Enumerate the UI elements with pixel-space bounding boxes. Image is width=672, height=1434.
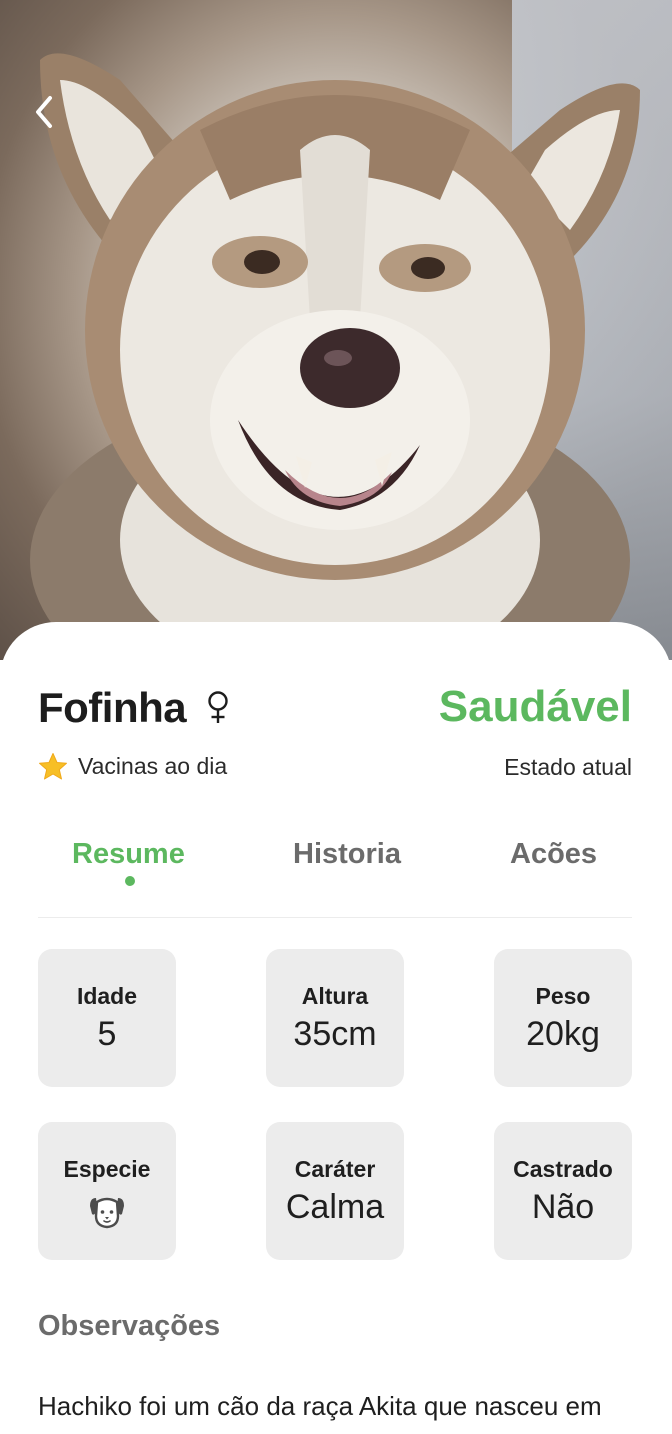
stat-label: Peso	[535, 983, 591, 1009]
stat-value: 35cm	[293, 1015, 377, 1053]
stat-card-altura: Altura 35cm	[266, 949, 404, 1087]
stat-label: Especie	[63, 1156, 151, 1182]
stat-card-castrado: Castrado Não	[494, 1122, 632, 1260]
stat-label: Castrado	[513, 1156, 613, 1182]
stat-value: Não	[531, 1188, 595, 1226]
dog-illustration	[30, 53, 640, 660]
tab-bar: Resume Historia Acões	[38, 838, 632, 918]
star-icon	[39, 753, 67, 780]
pet-photo	[0, 0, 672, 660]
stat-card-idade: Idade 5	[38, 949, 176, 1087]
stat-value: 5	[97, 1015, 117, 1053]
vaccine-status: Vacinas ao dia	[38, 752, 227, 781]
stat-card-especie: Especie	[38, 1122, 176, 1260]
stat-label: Idade	[76, 983, 138, 1009]
female-icon	[208, 691, 228, 723]
stat-label: Caráter	[294, 1156, 376, 1182]
stat-label: Altura	[301, 983, 369, 1009]
stat-card-peso: Peso 20kg	[494, 949, 632, 1087]
observations-title: Observações	[38, 1310, 221, 1342]
stat-value: Calma	[285, 1188, 385, 1226]
chevron-left-icon	[36, 96, 52, 128]
vaccine-label: Vacinas ao dia	[78, 753, 228, 779]
pet-name: Fofinha	[38, 684, 187, 731]
stat-card-carater: Caráter Calma	[266, 1122, 404, 1260]
health-status: Saudável	[438, 682, 632, 731]
tab-acoes[interactable]: Acões	[510, 838, 597, 871]
stat-value: 20kg	[526, 1015, 600, 1053]
status-label: Estado atual	[504, 754, 632, 780]
tab-historia[interactable]: Historia	[293, 838, 401, 871]
observations-text: Hachiko foi um cão da raça Akita que nas…	[38, 1391, 602, 1434]
dog-icon	[90, 1197, 124, 1229]
tab-resume[interactable]: Resume	[72, 838, 185, 871]
active-tab-indicator	[125, 876, 135, 886]
back-button[interactable]	[30, 92, 74, 140]
